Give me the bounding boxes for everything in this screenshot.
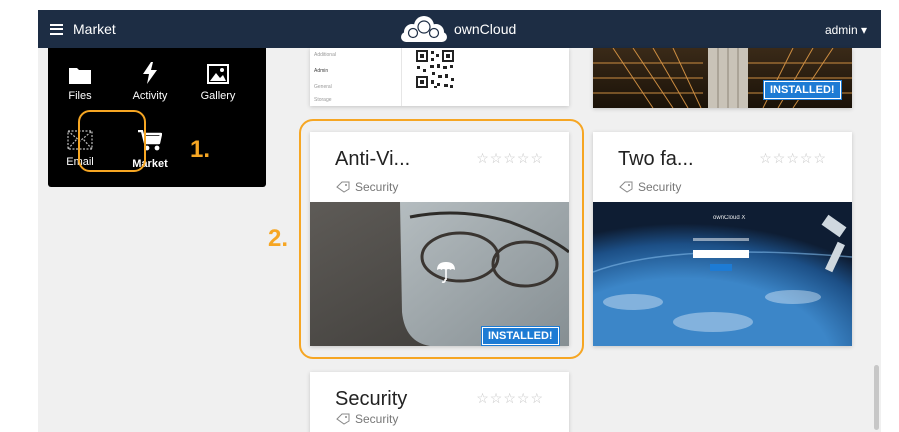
card-category[interactable]: Security xyxy=(336,412,398,426)
app-menu-toggle[interactable]: Market xyxy=(50,21,116,37)
rating-stars: ☆☆☆☆☆ xyxy=(759,150,827,166)
svg-text:ownCloud X: ownCloud X xyxy=(713,215,745,221)
screenshot-stage: Market ownCloud admin ▾ Additional Admin… xyxy=(0,0,899,432)
building-image xyxy=(593,48,852,108)
tag-icon xyxy=(336,413,350,425)
preview-menu-item: General xyxy=(314,84,332,90)
user-menu[interactable]: admin ▾ xyxy=(825,23,867,37)
app-card-security[interactable]: Security ☆☆☆☆☆ Security xyxy=(310,372,569,432)
brand-name: ownCloud xyxy=(454,21,517,37)
top-bar: Market ownCloud admin ▾ xyxy=(38,10,881,48)
image-icon xyxy=(207,64,229,84)
app-title: Market xyxy=(73,21,116,37)
preview-menu-item: Storage xyxy=(314,97,332,103)
scrollbar-thumb[interactable] xyxy=(874,365,879,430)
rating-stars: ☆☆☆☆☆ xyxy=(476,390,544,406)
installed-badge: INSTALLED! xyxy=(763,80,842,100)
settings-preview: Additional Admin General Storage xyxy=(310,48,402,106)
owncloud-logo[interactable]: ownCloud xyxy=(400,14,516,44)
category-label: Security xyxy=(355,412,399,426)
cloud-logo-icon xyxy=(401,16,447,42)
step-2-label: 2. xyxy=(268,225,289,252)
category-label: Security xyxy=(638,180,682,194)
preview-menu-item: Admin xyxy=(314,68,329,74)
earth-login-image: ownCloud X xyxy=(593,202,852,346)
qr-code-icon xyxy=(414,48,456,90)
app-menu-item-files[interactable]: Files xyxy=(50,66,110,102)
card-title: Two fa... xyxy=(618,148,694,170)
app-menu-label: Gallery xyxy=(200,90,236,102)
app-menu-label: Activity xyxy=(132,90,168,102)
app-menu-label: Files xyxy=(68,90,92,102)
card-category[interactable]: Security xyxy=(619,180,681,194)
app-card-two-factor[interactable]: Two fa... ☆☆☆☆☆ Security ownCloud X xyxy=(593,132,852,346)
folder-icon xyxy=(69,68,91,84)
qr-card[interactable]: Additional Admin General Storage xyxy=(310,48,569,106)
tag-icon xyxy=(619,181,633,193)
card-title: Security xyxy=(335,388,408,410)
hamburger-icon xyxy=(50,23,63,35)
lightning-icon xyxy=(143,62,157,84)
market-highlight-ring xyxy=(78,110,146,172)
antivirus-highlight-ring xyxy=(299,119,584,359)
app-menu-item-gallery[interactable]: Gallery xyxy=(188,64,248,102)
building-card[interactable]: INSTALLED! xyxy=(593,48,852,108)
app-menu-item-activity[interactable]: Activity xyxy=(120,62,180,102)
step-1-label: 1. xyxy=(190,136,211,163)
preview-menu-item: Additional xyxy=(314,52,336,58)
